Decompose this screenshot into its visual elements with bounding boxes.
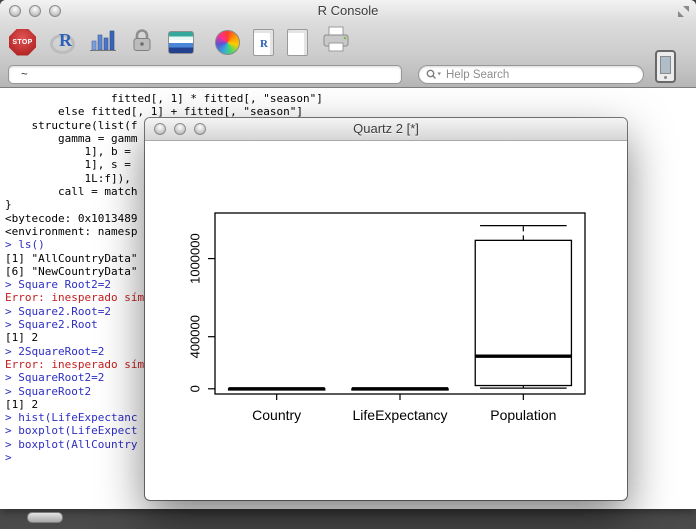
r-logo-icon: R (59, 30, 72, 50)
device-screen-icon (660, 56, 671, 74)
printer-icon (323, 26, 349, 52)
r-document-button[interactable]: R (253, 28, 274, 56)
lock-icon (133, 28, 151, 51)
quartz-window-title: Quartz 2 [*] (353, 121, 419, 136)
r-document-icon: R (260, 37, 268, 50)
quartz-traffic-lights (154, 123, 206, 135)
workspace-stripes-icon[interactable] (168, 30, 194, 54)
help-search-field[interactable]: Help Search (418, 65, 644, 84)
stop-label: STOP (12, 38, 33, 46)
window-title: R Console (317, 3, 379, 18)
minimize-button[interactable] (29, 5, 41, 17)
close-button[interactable] (9, 5, 21, 17)
svg-text:Country: Country (252, 407, 301, 423)
console-line: else fitted[, 1] + fitted[, "season"] (5, 105, 304, 119)
svg-text:LifeExpectancy: LifeExpectancy (353, 407, 448, 423)
quartz-titlebar[interactable]: Quartz 2 [*] (145, 118, 627, 141)
background-scrollbar (27, 512, 63, 523)
titlebar[interactable]: R Console (0, 0, 696, 22)
svg-text:400000: 400000 (188, 315, 203, 358)
lock-button[interactable] (129, 27, 155, 58)
quartz-zoom-button[interactable] (194, 123, 206, 135)
svg-text:Population: Population (490, 407, 556, 423)
working-directory-value: ~ (21, 69, 28, 81)
svg-text:0: 0 (188, 385, 203, 392)
barplot-icon (90, 30, 116, 51)
quartz-minimize-button[interactable] (174, 123, 186, 135)
stop-button[interactable]: STOP (9, 28, 36, 56)
print-button[interactable] (321, 26, 351, 58)
fullscreen-icon[interactable] (677, 5, 690, 18)
search-icon (426, 69, 441, 79)
zoom-button[interactable] (49, 5, 61, 17)
boxplot-svg: 0 400000 1000000 Country LifeExpectancy Popul… (188, 212, 586, 423)
r-source-button[interactable]: R (49, 28, 77, 56)
svg-text:1000000: 1000000 (188, 233, 203, 284)
new-document-button[interactable] (287, 28, 308, 56)
working-directory-field[interactable]: ~ (8, 65, 402, 84)
console-line: fitted[, 1] * fitted[, "season"] (5, 92, 323, 105)
quartz-close-button[interactable] (154, 123, 166, 135)
traffic-lights (9, 5, 61, 17)
toolbar: STOP R R (0, 23, 696, 83)
quartz-window: Quartz 2 [*] 0 400000 1000000 Country LifeEx… (145, 118, 627, 500)
window-header: R Console STOP R R ~ Help Search (0, 0, 696, 88)
search-placeholder: Help Search (446, 68, 510, 81)
barplot-button[interactable] (90, 27, 116, 58)
color-wheel-icon[interactable] (215, 29, 240, 55)
desktop: R Console STOP R R ~ Help Search fitted[… (0, 0, 696, 529)
device-button[interactable] (655, 50, 676, 83)
